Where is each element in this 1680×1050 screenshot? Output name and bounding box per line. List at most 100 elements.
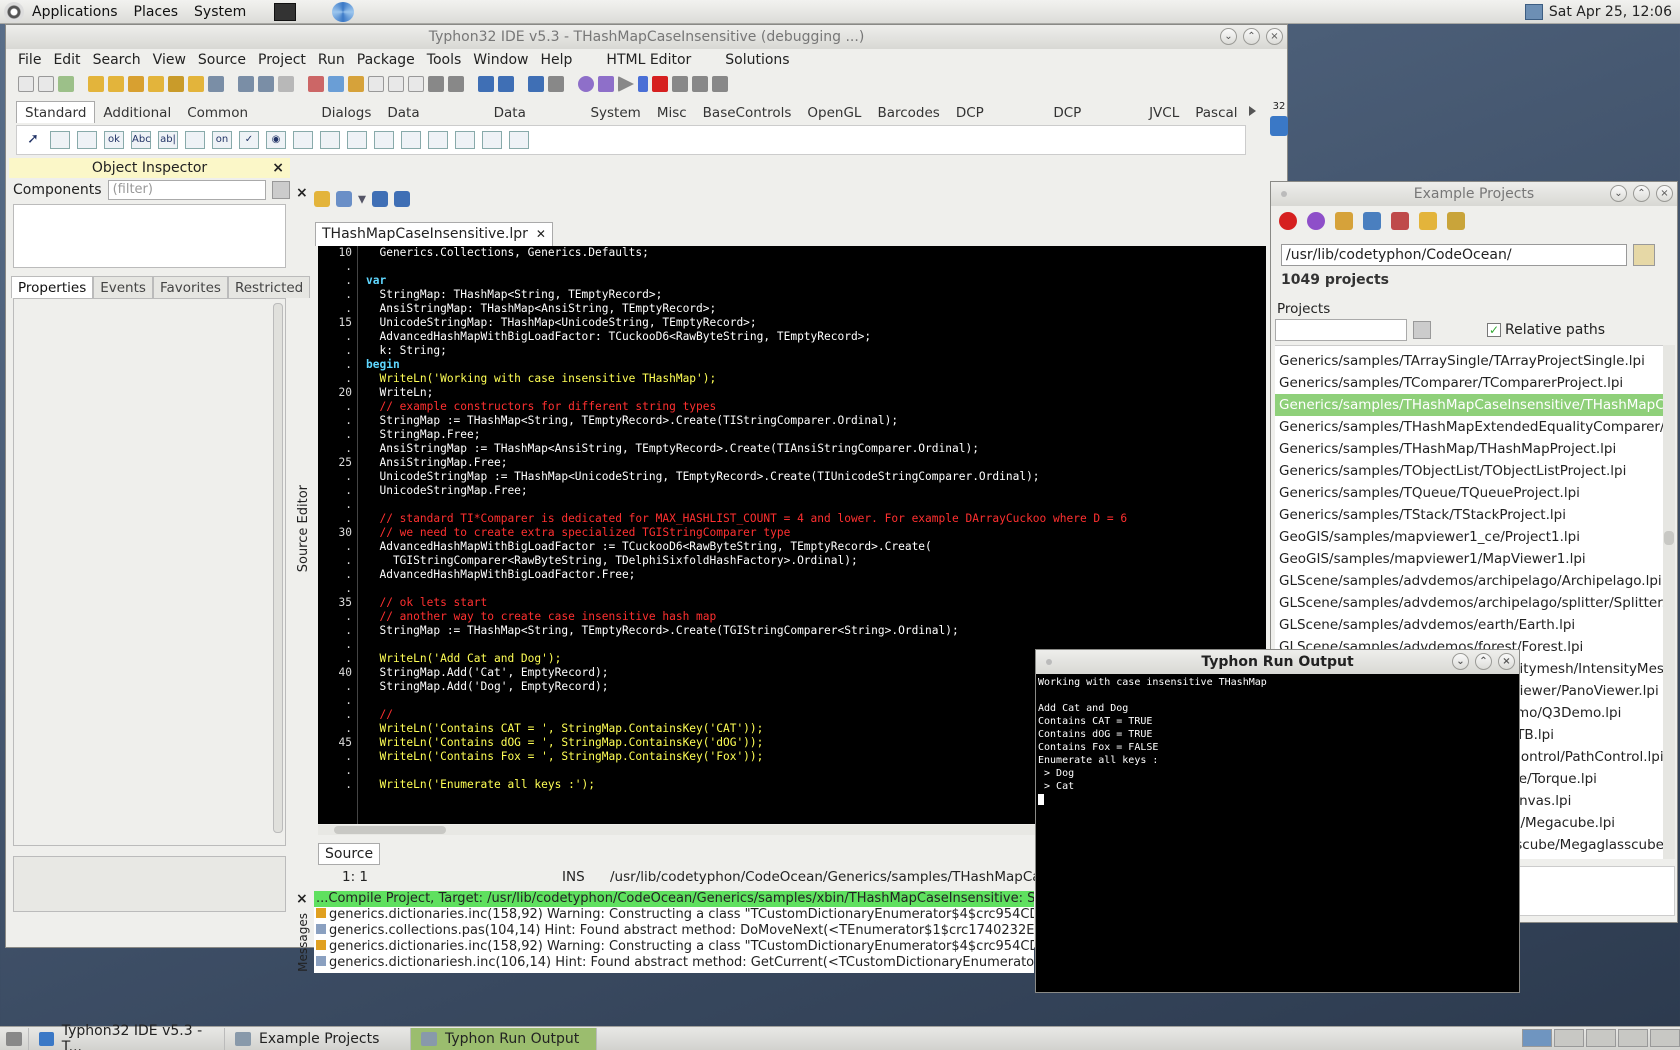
filter-clear-icon[interactable] bbox=[272, 181, 290, 199]
open-project-icon[interactable] bbox=[108, 76, 124, 92]
palette-tab-standard[interactable]: Standard bbox=[16, 101, 96, 123]
open-dropdown-icon[interactable] bbox=[208, 76, 224, 92]
run-output-titlebar[interactable]: Typhon Run Output ⌄ ⌃ × bbox=[1036, 650, 1519, 674]
jump-back-icon[interactable] bbox=[372, 191, 388, 207]
project-inspector-icon[interactable] bbox=[328, 76, 344, 92]
message-item[interactable]: generics.dictionariesh.inc(106,14) Hint:… bbox=[314, 955, 1034, 971]
revert-icon[interactable] bbox=[168, 76, 184, 92]
close-file-icon[interactable] bbox=[278, 76, 294, 92]
step-over-icon[interactable] bbox=[692, 76, 708, 92]
code-line[interactable]: . // example constructors for different … bbox=[318, 400, 1266, 414]
tlabel-icon[interactable]: Abc bbox=[131, 131, 151, 149]
message-item[interactable]: generics.dictionaries.inc(158,92) Warnin… bbox=[314, 939, 1034, 955]
tlistbox-icon[interactable] bbox=[293, 131, 313, 149]
package-graph-icon[interactable] bbox=[498, 76, 514, 92]
project-options-icon[interactable] bbox=[308, 76, 324, 92]
menu-solutions[interactable]: Solutions bbox=[719, 52, 795, 68]
component-tree[interactable] bbox=[13, 204, 286, 268]
code-line[interactable]: 15 UnicodeStringMap: THashMap<UnicodeStr… bbox=[318, 316, 1266, 330]
code-line[interactable]: . UnicodeStringMap.Free; bbox=[318, 484, 1266, 498]
stop-icon[interactable] bbox=[652, 76, 668, 92]
checkbox-check-icon[interactable]: ✓ bbox=[1487, 323, 1501, 337]
property-grid[interactable] bbox=[13, 298, 286, 846]
tbutton-icon[interactable]: ok bbox=[104, 131, 124, 149]
bookmark-icon[interactable] bbox=[336, 191, 352, 207]
palette-down-arrow-icon[interactable] bbox=[1270, 116, 1288, 136]
tree-add-icon[interactable] bbox=[1363, 212, 1381, 230]
palette-tab-dcp-hashes[interactable]: DCP Hashes bbox=[1045, 103, 1141, 141]
project-list-item[interactable]: Generics/samples/TStack/TStackProject.lp… bbox=[1275, 504, 1663, 526]
taskbar-item-ide[interactable]: Typhon32 IDE v5.3 - T... bbox=[29, 1023, 225, 1050]
minimize-button[interactable]: ⌄ bbox=[1220, 28, 1237, 45]
search-icon[interactable] bbox=[1447, 212, 1465, 230]
palette-count[interactable]: 32 bbox=[1270, 101, 1288, 136]
project-list-item[interactable]: GeoGIS/samples/mapviewer1_ce/Project1.lp… bbox=[1275, 526, 1663, 548]
code-line[interactable]: . UnicodeStringMap := THashMap<UnicodeSt… bbox=[318, 470, 1266, 484]
open-icon[interactable] bbox=[88, 76, 104, 92]
build-icon[interactable] bbox=[428, 76, 444, 92]
workspace-3[interactable] bbox=[1586, 1029, 1616, 1047]
palette-scroll-right-icon[interactable] bbox=[1249, 106, 1256, 116]
menu-run[interactable]: Run bbox=[312, 52, 351, 68]
taskbar-item-run-output[interactable]: Typhon Run Output bbox=[411, 1027, 597, 1050]
panel-menu-system[interactable]: System bbox=[186, 4, 254, 20]
ide-titlebar[interactable]: Typhon32 IDE v5.3 - THashMapCaseInsensit… bbox=[6, 25, 1287, 49]
dropdown-icon[interactable] bbox=[358, 195, 366, 204]
new-project-icon[interactable] bbox=[58, 76, 74, 92]
code-line[interactable]: . AdvancedHashMapWithBigLoadFactor: TCuc… bbox=[318, 330, 1266, 344]
palette-tab-data-access[interactable]: Data Access bbox=[486, 103, 583, 141]
relative-paths-checkbox[interactable]: ✓ Relative paths bbox=[1487, 322, 1605, 338]
projects-scrollbar[interactable] bbox=[1663, 345, 1675, 859]
menu-help[interactable]: Help bbox=[535, 52, 579, 68]
terminal-launcher-icon[interactable] bbox=[274, 2, 297, 21]
distro-logo-icon[interactable] bbox=[4, 1, 24, 22]
tpanel-icon[interactable] bbox=[455, 131, 475, 149]
components-filter-input[interactable]: (filter) bbox=[107, 180, 267, 200]
palette-tab-system[interactable]: System bbox=[582, 103, 648, 123]
code-line[interactable]: . var bbox=[318, 274, 1266, 288]
panel-menu-applications[interactable]: Applications bbox=[24, 4, 126, 20]
minimize-button[interactable]: ⌄ bbox=[1452, 653, 1469, 670]
save-all-icon[interactable] bbox=[258, 76, 274, 92]
code-line[interactable]: . bbox=[318, 260, 1266, 274]
tradiogroup-icon[interactable] bbox=[401, 131, 421, 149]
tcombobox-icon[interactable] bbox=[320, 131, 340, 149]
close-button[interactable]: × bbox=[1498, 653, 1515, 670]
message-item[interactable]: ...Compile Project, Target: /usr/lib/cod… bbox=[314, 891, 1034, 907]
terminal-output[interactable]: Working with case insensitive THashMap Ad… bbox=[1036, 674, 1519, 808]
add-to-project-icon[interactable] bbox=[348, 76, 364, 92]
code-line[interactable]: 25 AnsiStringMap.Free; bbox=[318, 456, 1266, 470]
tmemo-icon[interactable] bbox=[185, 131, 205, 149]
open-package-icon[interactable] bbox=[148, 76, 164, 92]
palette-tab-dcp-ciphers[interactable]: DCP Ciphers bbox=[948, 103, 1046, 141]
source-tab[interactable]: Source bbox=[318, 843, 381, 865]
menu-tools[interactable]: Tools bbox=[421, 52, 468, 68]
code-line[interactable]: . TGIStringComparer<RawByteString, TDelp… bbox=[318, 554, 1266, 568]
project-list-item[interactable]: Generics/samples/TQueue/TQueueProject.lp… bbox=[1275, 482, 1663, 504]
project-list-item[interactable]: GLScene/samples/advdemos/archipelago/spl… bbox=[1275, 592, 1663, 614]
close-icon[interactable]: × bbox=[272, 158, 284, 178]
tcheckgroup-icon[interactable] bbox=[428, 131, 448, 149]
tcheckbox-icon[interactable]: ✓ bbox=[239, 131, 259, 149]
refresh-icon[interactable] bbox=[1307, 212, 1325, 230]
close-button[interactable]: × bbox=[1656, 185, 1673, 202]
workspace-4[interactable] bbox=[1618, 1029, 1648, 1047]
code-line[interactable]: . StringMap.Free; bbox=[318, 428, 1266, 442]
open-project-icon[interactable] bbox=[1335, 212, 1353, 230]
close-icon[interactable] bbox=[1279, 212, 1297, 230]
palette-tab-common-controls[interactable]: Common Controls bbox=[179, 103, 313, 141]
workspace-5[interactable] bbox=[1650, 1029, 1680, 1047]
tree-remove-icon[interactable] bbox=[1391, 212, 1409, 230]
message-item[interactable]: generics.collections.pas(104,14) Hint: F… bbox=[314, 923, 1034, 939]
tedit-icon[interactable]: ab| bbox=[158, 131, 178, 149]
property-grid-scrollbar[interactable] bbox=[273, 303, 283, 833]
example-projects-titlebar[interactable]: Example Projects ⌄ ⌃ × bbox=[1271, 182, 1677, 206]
maximize-button[interactable]: ⌃ bbox=[1633, 185, 1650, 202]
messages-list[interactable]: ...Compile Project, Target: /usr/lib/cod… bbox=[314, 891, 1034, 973]
clock[interactable]: Sat Apr 25, 12:06 bbox=[1549, 4, 1672, 20]
menu-view[interactable]: View bbox=[147, 52, 192, 68]
menu-edit[interactable]: Edit bbox=[47, 52, 86, 68]
workspace-1[interactable] bbox=[1522, 1029, 1552, 1047]
close-icon[interactable]: × bbox=[296, 185, 312, 201]
palette-tab-misc[interactable]: Misc bbox=[649, 103, 695, 123]
